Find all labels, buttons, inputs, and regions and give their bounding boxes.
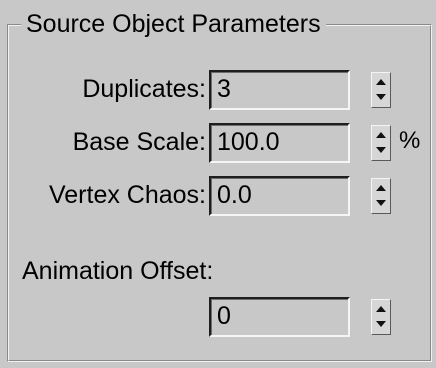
duplicates-spinner-up-icon[interactable] [372, 73, 390, 90]
base-scale-spinner[interactable] [371, 125, 391, 161]
duplicates-spinner-down-icon[interactable] [372, 90, 390, 107]
vertex-chaos-spinner-down-icon[interactable] [372, 196, 390, 213]
animation-offset-spinner-up-icon[interactable] [372, 300, 390, 317]
animation-offset-spinner[interactable] [371, 299, 391, 335]
duplicates-spinner[interactable] [371, 72, 391, 108]
base-scale-unit: % [399, 127, 421, 154]
vertex-chaos-label: Vertex Chaos: [48, 181, 206, 209]
vertex-chaos-spinner[interactable] [371, 178, 391, 214]
duplicates-label: Duplicates: [82, 75, 206, 103]
base-scale-label: Base Scale: [72, 128, 206, 156]
base-scale-field[interactable]: 100.0 [209, 123, 350, 163]
vertex-chaos-spinner-up-icon[interactable] [372, 179, 390, 196]
group-title: Source Object Parameters [21, 8, 326, 40]
animation-offset-field[interactable]: 0 [209, 297, 350, 337]
animation-offset-label: Animation Offset: [22, 257, 214, 285]
duplicates-field[interactable]: 3 [209, 70, 350, 110]
base-scale-spinner-down-icon[interactable] [372, 143, 390, 160]
animation-offset-spinner-down-icon[interactable] [372, 317, 390, 334]
vertex-chaos-field[interactable]: 0.0 [209, 176, 350, 216]
base-scale-spinner-up-icon[interactable] [372, 126, 390, 143]
